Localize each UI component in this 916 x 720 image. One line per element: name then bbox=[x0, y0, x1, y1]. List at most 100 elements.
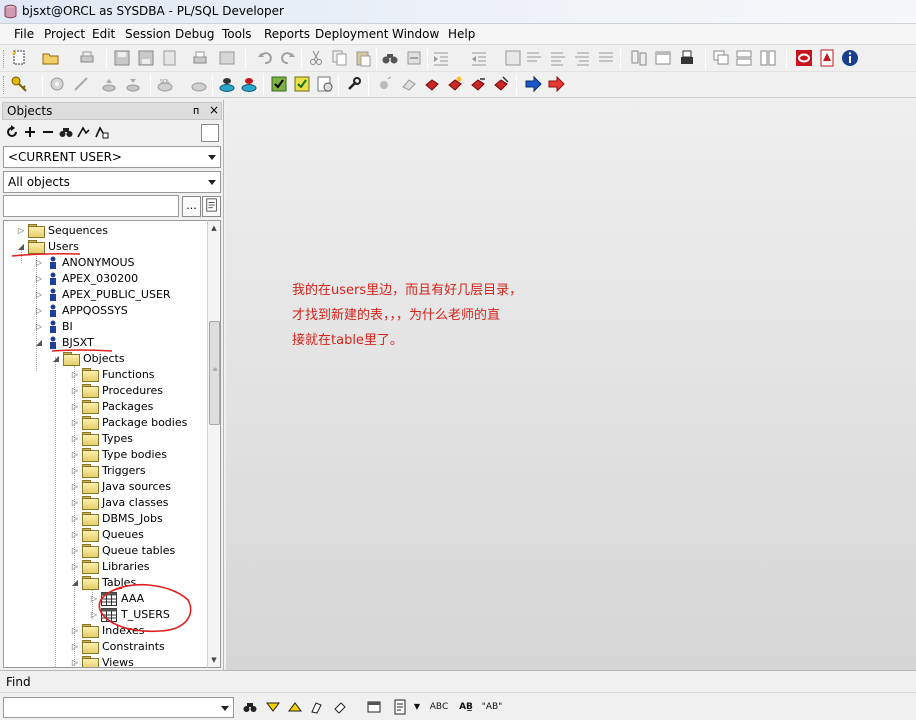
paste-icon[interactable] bbox=[354, 49, 372, 67]
toggle-checkbox[interactable] bbox=[201, 124, 219, 142]
tree-node-types[interactable]: ▷ Types bbox=[70, 431, 206, 447]
command-window-icon[interactable] bbox=[190, 75, 208, 93]
tile-horizontal-icon[interactable] bbox=[735, 49, 753, 67]
object-type-select[interactable]: All objects bbox=[3, 171, 221, 193]
menu-session[interactable]: Session bbox=[125, 27, 171, 41]
tree-expander[interactable]: ▷ bbox=[16, 225, 26, 237]
tree-expander[interactable]: ◢ bbox=[70, 577, 80, 589]
window-list-icon[interactable] bbox=[654, 49, 672, 67]
find-next-icon[interactable] bbox=[265, 699, 281, 715]
exact-phrase-button[interactable]: "AB" bbox=[481, 699, 503, 715]
tree-node-type-bodies[interactable]: ▷ Type bodies bbox=[70, 447, 206, 463]
tree-expander[interactable]: ▷ bbox=[34, 273, 44, 285]
tree-expander[interactable]: ▷ bbox=[70, 481, 80, 493]
page-setup-icon[interactable] bbox=[218, 49, 236, 67]
tree-expander[interactable]: ▷ bbox=[70, 417, 80, 429]
scroll-up-icon[interactable]: ▲ bbox=[208, 221, 220, 235]
comment-icon[interactable] bbox=[504, 49, 522, 67]
compare-icon[interactable] bbox=[630, 49, 648, 67]
redo-icon[interactable] bbox=[279, 49, 297, 67]
match-case-button[interactable]: ABC bbox=[428, 699, 450, 715]
eraser-icon[interactable] bbox=[400, 75, 418, 93]
menu-reports[interactable]: Reports bbox=[264, 27, 310, 41]
rollback-db-icon[interactable] bbox=[124, 75, 142, 93]
tree-node-triggers[interactable]: ▷ Triggers bbox=[70, 463, 206, 479]
tree-node-libraries[interactable]: ▷ Libraries bbox=[70, 559, 206, 575]
tree-node-java-classes[interactable]: ▷ Java classes bbox=[70, 495, 206, 511]
menu-edit[interactable]: Edit bbox=[92, 27, 115, 41]
tree-node-objects[interactable]: ◢ Objects bbox=[51, 351, 206, 367]
filter-settings-icon[interactable] bbox=[94, 124, 110, 140]
commit-db-icon[interactable] bbox=[100, 75, 118, 93]
pdf-help-icon[interactable] bbox=[818, 49, 836, 67]
find-binoculars-icon[interactable] bbox=[381, 49, 399, 67]
new-icon[interactable] bbox=[10, 49, 28, 67]
tree-expander[interactable]: ▷ bbox=[70, 529, 80, 541]
bookmark-clear-icon[interactable] bbox=[492, 75, 510, 93]
compile-icon[interactable] bbox=[376, 75, 394, 93]
menu-file[interactable]: File bbox=[14, 27, 34, 41]
break-icon[interactable] bbox=[72, 75, 90, 93]
tile-vertical-icon[interactable] bbox=[759, 49, 777, 67]
tree-scrollbar[interactable]: ▲ ≡ ▼ bbox=[207, 220, 221, 668]
tree-node-packages[interactable]: ▷ Packages bbox=[70, 399, 206, 415]
next-arrow-red-icon[interactable] bbox=[547, 75, 565, 93]
add-icon[interactable] bbox=[22, 124, 38, 140]
filter-document-icon[interactable] bbox=[202, 196, 221, 217]
scroll-thumb[interactable]: ≡ bbox=[209, 321, 220, 425]
object-search-input[interactable] bbox=[3, 195, 179, 217]
tree-expander[interactable]: ▷ bbox=[34, 321, 44, 333]
cut-icon[interactable] bbox=[307, 49, 325, 67]
toolbar-grip[interactable] bbox=[3, 50, 6, 68]
tree-expander[interactable]: ▷ bbox=[89, 609, 99, 621]
tree-expander[interactable]: ▷ bbox=[70, 625, 80, 637]
close-file-icon[interactable] bbox=[161, 49, 179, 67]
tree-node-user-apex-public-user[interactable]: ▷ APEX_PUBLIC_USER bbox=[34, 287, 206, 303]
undo-icon[interactable] bbox=[256, 49, 274, 67]
user-filter-select[interactable]: <CURRENT USER> bbox=[3, 146, 221, 168]
tree-node-functions[interactable]: ▷ Functions bbox=[70, 367, 206, 383]
tree-node-user-bjsxt[interactable]: ◢ BJSXT bbox=[34, 335, 206, 351]
browse-button[interactable]: ... bbox=[182, 196, 201, 217]
disconnect-db-icon[interactable] bbox=[240, 75, 258, 93]
connect-db-icon[interactable] bbox=[218, 75, 236, 93]
tree-expander[interactable]: ▷ bbox=[70, 449, 80, 461]
sql-window-icon[interactable]: SQL bbox=[156, 75, 174, 93]
tree-node-table-t-users[interactable]: ▷ T_USERS bbox=[89, 607, 206, 623]
report-clock-icon[interactable] bbox=[316, 75, 334, 93]
next-arrow-blue-icon[interactable] bbox=[524, 75, 542, 93]
tree-node-dbms-jobs[interactable]: ▷ DBMS_Jobs bbox=[70, 511, 206, 527]
cascade-windows-icon[interactable] bbox=[712, 49, 730, 67]
tree-expander[interactable]: ▷ bbox=[70, 433, 80, 445]
tree-expander[interactable]: ▷ bbox=[70, 657, 80, 667]
tree-expander[interactable]: ▷ bbox=[34, 257, 44, 269]
tree-expander[interactable]: ▷ bbox=[70, 641, 80, 653]
tree-node-user-anonymous[interactable]: ▷ ANONYMOUS bbox=[34, 255, 206, 271]
tree-expander[interactable]: ▷ bbox=[70, 513, 80, 525]
tree-expander[interactable]: ◢ bbox=[51, 353, 61, 365]
tree-expander[interactable]: ▷ bbox=[70, 545, 80, 557]
find-binoculars-icon[interactable] bbox=[242, 699, 258, 715]
tree-node-user-apex-030200[interactable]: ▷ APEX_030200 bbox=[34, 271, 206, 287]
open-folder-icon[interactable] bbox=[42, 49, 60, 67]
save-icon[interactable] bbox=[113, 49, 131, 67]
menu-window[interactable]: Window bbox=[392, 27, 439, 41]
indent-right-icon[interactable] bbox=[470, 49, 488, 67]
tree-expander[interactable]: ▷ bbox=[70, 561, 80, 573]
bookmark-remove-icon[interactable] bbox=[469, 75, 487, 93]
oracle-icon[interactable] bbox=[795, 49, 813, 67]
print-setup-icon[interactable] bbox=[678, 49, 696, 67]
log-on-key-icon[interactable] bbox=[10, 75, 28, 93]
tree-node-views[interactable]: ▷ Views bbox=[70, 655, 206, 667]
close-icon[interactable]: × bbox=[209, 103, 219, 117]
uncomment-icon[interactable] bbox=[525, 49, 543, 67]
menu-debug[interactable]: Debug bbox=[175, 27, 214, 41]
filter-icon[interactable] bbox=[76, 124, 92, 140]
find-in-document-icon[interactable] bbox=[392, 699, 408, 715]
tree-expander[interactable]: ◢ bbox=[16, 241, 26, 253]
red-book-icon[interactable] bbox=[423, 75, 441, 93]
tree-node-queues[interactable]: ▷ Queues bbox=[70, 527, 206, 543]
copy-icon[interactable] bbox=[331, 49, 349, 67]
refresh-icon[interactable] bbox=[4, 124, 20, 140]
tree-expander[interactable]: ▷ bbox=[70, 401, 80, 413]
